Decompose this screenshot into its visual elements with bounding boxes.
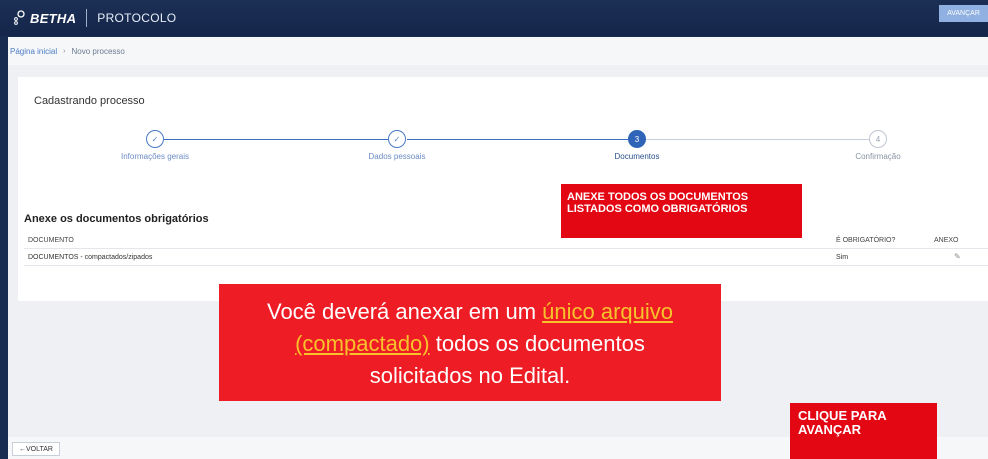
next-button[interactable]: AVANÇAR bbox=[939, 5, 988, 22]
chevron-right-icon: › bbox=[63, 47, 66, 55]
back-button-label: VOLTAR bbox=[26, 445, 53, 453]
required-value: Sim bbox=[836, 254, 849, 261]
callout-clique-avancar: CLIQUE PARA AVANÇAR bbox=[790, 403, 937, 459]
table-row: DOCUMENTOS - compactados/zipados Sim ✎ bbox=[24, 249, 988, 266]
step-label: Dados pessoais bbox=[368, 152, 426, 161]
callout-highlight: (compactado) bbox=[295, 331, 430, 356]
breadcrumb-home-link[interactable]: Página inicial bbox=[10, 47, 57, 56]
arrow-left-icon: ← bbox=[19, 445, 26, 453]
callout-line: AVANÇAR bbox=[798, 422, 862, 437]
document-name: DOCUMENTOS - compactados/zipados bbox=[28, 254, 153, 261]
column-header-obrigatorio: É OBRIGATÓRIO? bbox=[836, 237, 896, 244]
step-number-badge: 3 bbox=[628, 130, 646, 148]
column-header-documento: DOCUMENTO bbox=[28, 237, 74, 244]
betha-logo-icon bbox=[14, 10, 25, 25]
check-icon: ✓ bbox=[146, 130, 164, 148]
documents-table: DOCUMENTO É OBRIGATÓRIO? ANEXO DOCUMENTO… bbox=[24, 232, 988, 266]
stepper: ✓ Informações gerais ✓ Dados pessoais 3 … bbox=[18, 125, 988, 175]
callout-text: Você deverá anexar em um bbox=[266, 299, 543, 324]
step-label: Documentos bbox=[614, 152, 660, 161]
step-confirmacao[interactable]: 4 Confirmação bbox=[788, 125, 968, 161]
callout-line: LISTADOS COMO OBRIGATÓRIOS bbox=[567, 203, 748, 215]
process-card: Cadastrando processo ✓ Informações gerai… bbox=[18, 77, 988, 301]
step-documentos[interactable]: 3 Documentos bbox=[547, 125, 727, 161]
step-label: Informações gerais bbox=[120, 152, 190, 161]
card-title: Cadastrando processo bbox=[34, 95, 145, 107]
breadcrumb: Página inicial › Novo processo bbox=[8, 37, 988, 65]
callout-line: ANEXE TODOS OS DOCUMENTOS bbox=[567, 191, 749, 203]
brand-divider bbox=[86, 9, 88, 27]
callout-highlight: único arquivo bbox=[542, 299, 674, 324]
top-bar: BETHA PROTOCOLO bbox=[0, 0, 988, 36]
step-number-badge: 4 bbox=[869, 130, 887, 148]
column-header-anexo: ANEXO bbox=[934, 237, 959, 244]
back-button[interactable]: ← VOLTAR bbox=[12, 442, 60, 456]
check-icon: ✓ bbox=[388, 130, 406, 148]
brand-name[interactable]: BETHA bbox=[30, 11, 76, 26]
section-title: Anexe os documentos obrigatórios bbox=[24, 213, 209, 225]
step-label: Confirmação bbox=[855, 152, 901, 161]
breadcrumb-current: Novo processo bbox=[71, 46, 125, 56]
callout-arquivo-unico: Você deverá anexar em um único arquivo (… bbox=[219, 284, 721, 401]
module-name: PROTOCOLO bbox=[97, 11, 177, 25]
callout-anexe-documentos: ANEXE TODOS OS DOCUMENTOS LISTADOS COMO … bbox=[561, 184, 802, 238]
callout-text: solicitados no Edital. bbox=[369, 363, 571, 388]
table-header-row: DOCUMENTO É OBRIGATÓRIO? ANEXO bbox=[24, 232, 988, 249]
step-informacoes-gerais[interactable]: ✓ Informações gerais bbox=[65, 125, 245, 161]
callout-line: CLIQUE PARA bbox=[798, 408, 887, 423]
step-dados-pessoais[interactable]: ✓ Dados pessoais bbox=[307, 125, 487, 161]
paperclip-icon[interactable]: ✎ bbox=[954, 252, 961, 261]
callout-text: todos os documentos bbox=[429, 331, 645, 356]
